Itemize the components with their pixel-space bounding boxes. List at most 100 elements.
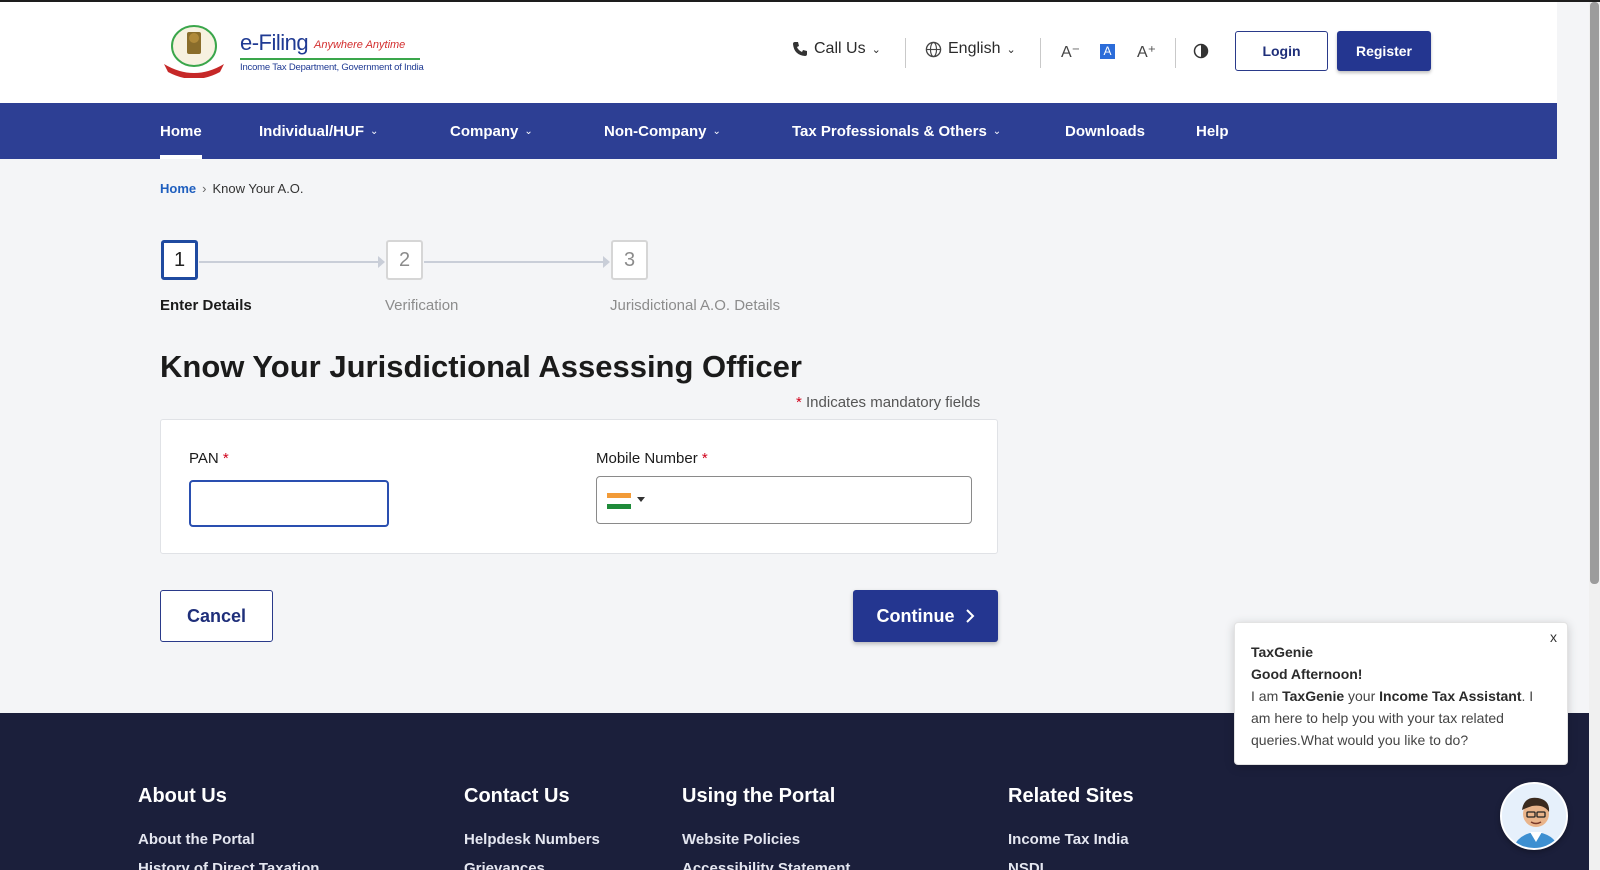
mandatory-note: * Indicates mandatory fields <box>796 394 980 411</box>
contrast-icon[interactable] <box>1193 43 1209 59</box>
mobile-label: Mobile Number * <box>596 450 708 467</box>
mobile-number-field[interactable] <box>596 476 972 524</box>
call-us-label: Call Us <box>814 40 866 57</box>
breadcrumb-current: Know Your A.O. <box>212 181 304 196</box>
font-increase-button[interactable]: A⁺ <box>1137 42 1156 62</box>
register-button[interactable]: Register <box>1337 31 1431 71</box>
site-header: e-Filing Anywhere Anytime Income Tax Dep… <box>0 2 1557 103</box>
emblem-icon <box>164 25 224 78</box>
mandatory-note-text: Indicates mandatory fields <box>806 394 981 411</box>
nav-item-tax-professionals[interactable]: Tax Professionals & Others ⌄ <box>792 123 1001 140</box>
chat-close-button[interactable]: x <box>1550 629 1557 645</box>
form-card: PAN * Mobile Number * <box>160 419 998 554</box>
footer-link[interactable]: Website Policies <box>682 831 800 848</box>
scrollbar-thumb[interactable] <box>1590 2 1599 584</box>
header-separator <box>1040 38 1041 68</box>
logo-title: e-Filing <box>240 30 309 55</box>
chevron-down-icon: ⌄ <box>712 126 721 137</box>
step-3-indicator: 3 <box>611 240 648 280</box>
country-dropdown-caret-icon[interactable] <box>637 497 645 502</box>
login-button[interactable]: Login <box>1235 31 1328 71</box>
footer-title-portal: Using the Portal <box>682 785 836 807</box>
required-mark: * <box>222 450 229 467</box>
nav-item-label: Non-Company <box>604 123 707 140</box>
nav-item-non-company[interactable]: Non-Company ⌄ <box>604 123 721 140</box>
call-us-dropdown[interactable]: Call Us ⌄ <box>792 40 881 58</box>
mobile-label-text: Mobile Number <box>596 450 698 467</box>
required-mark: * <box>701 450 708 467</box>
nav-item-downloads[interactable]: Downloads <box>1065 123 1145 140</box>
chat-bot-name: TaxGenie <box>1251 644 1313 660</box>
footer-link[interactable]: History of Direct Taxation <box>138 860 319 870</box>
chevron-down-icon: ⌄ <box>524 126 533 137</box>
step-1-indicator: 1 <box>161 240 198 280</box>
main-nav: Home Individual/HUF ⌄ Company ⌄ Non-Compan… <box>0 103 1557 159</box>
nav-item-label: Help <box>1196 123 1229 140</box>
continue-button[interactable]: Continue <box>853 590 998 642</box>
chat-bot-name-bold: TaxGenie <box>1282 688 1345 704</box>
footer-link[interactable]: Helpdesk Numbers <box>464 831 600 848</box>
step-3-label: Jurisdictional A.O. Details <box>610 297 781 314</box>
breadcrumb-home-link[interactable]: Home <box>160 181 196 196</box>
india-flag-icon[interactable] <box>607 493 631 509</box>
footer-title-contact: Contact Us <box>464 785 570 807</box>
step-arrow-icon <box>603 256 610 268</box>
nav-item-individual-huf[interactable]: Individual/HUF ⌄ <box>259 123 378 140</box>
chevron-down-icon: ⌄ <box>871 43 881 56</box>
nav-item-company[interactable]: Company ⌄ <box>450 123 533 140</box>
nav-item-label: Tax Professionals & Others <box>792 123 987 140</box>
taxgenie-avatar[interactable] <box>1500 782 1568 850</box>
footer-title-about: About Us <box>138 785 227 807</box>
globe-icon <box>925 41 942 57</box>
nav-item-home[interactable]: Home <box>160 123 202 140</box>
breadcrumb-separator: › <box>202 181 207 196</box>
chevron-down-icon: ⌄ <box>370 126 379 137</box>
nav-item-help[interactable]: Help <box>1196 123 1229 140</box>
breadcrumb: Home › Know Your A.O. <box>160 181 304 196</box>
step-arrow-icon <box>378 256 385 268</box>
efiling-logo[interactable]: e-Filing Anywhere Anytime Income Tax Dep… <box>160 24 430 80</box>
phone-icon <box>793 42 807 56</box>
footer-link[interactable]: Grievances <box>464 860 545 870</box>
pan-label-text: PAN <box>189 450 219 467</box>
header-separator <box>1175 38 1176 68</box>
header-separator <box>905 38 906 68</box>
nav-item-label: Company <box>450 123 519 140</box>
mobile-number-input[interactable] <box>653 481 963 519</box>
chevron-down-icon: ⌄ <box>1006 43 1016 56</box>
chat-message: I am TaxGenie your Income Tax Assistant.… <box>1251 685 1551 751</box>
nav-item-label: Individual/HUF <box>259 123 364 140</box>
footer-link[interactable]: Accessibility Statement <box>682 860 850 870</box>
pan-input[interactable] <box>189 480 389 527</box>
language-dropdown[interactable]: English ⌄ <box>925 40 1016 58</box>
footer-link[interactable]: About the Portal <box>138 831 255 848</box>
required-mark: * <box>796 394 802 411</box>
step-1-label: Enter Details <box>160 297 252 314</box>
logo-tagline: Anywhere Anytime <box>314 39 406 51</box>
page-title: Know Your Jurisdictional Assessing Offic… <box>160 349 802 384</box>
pan-label: PAN * <box>189 450 229 467</box>
footer-link[interactable]: Income Tax India <box>1008 831 1129 848</box>
chat-text-part: I am <box>1251 688 1283 704</box>
continue-label: Continue <box>876 605 955 626</box>
chat-text-part: your <box>1344 688 1380 704</box>
language-label: English <box>948 40 1001 57</box>
step-connector <box>199 261 378 263</box>
chevron-down-icon: ⌄ <box>992 126 1002 137</box>
step-connector <box>424 261 603 263</box>
cancel-button[interactable]: Cancel <box>160 590 273 642</box>
footer-link[interactable]: NSDL <box>1008 860 1049 870</box>
logo-subtitle: Income Tax Department, Government of Ind… <box>240 62 424 73</box>
chevron-right-icon <box>965 609 974 623</box>
logo-divider <box>240 58 420 60</box>
taxgenie-chat-popup: x TaxGenie Good Afternoon! I am TaxGenie… <box>1234 622 1568 765</box>
chat-greeting: Good Afternoon! <box>1251 666 1363 682</box>
step-2-label: Verification <box>385 297 459 314</box>
font-decrease-button[interactable]: A⁻ <box>1061 42 1080 62</box>
nav-item-label: Home <box>160 123 202 140</box>
chat-assistant-bold: Income Tax Assistant <box>1379 688 1522 704</box>
page-scrollbar[interactable] <box>1589 2 1600 870</box>
nav-active-indicator <box>160 155 202 159</box>
step-2-indicator: 2 <box>386 240 423 280</box>
font-normal-button[interactable]: A <box>1100 44 1115 59</box>
